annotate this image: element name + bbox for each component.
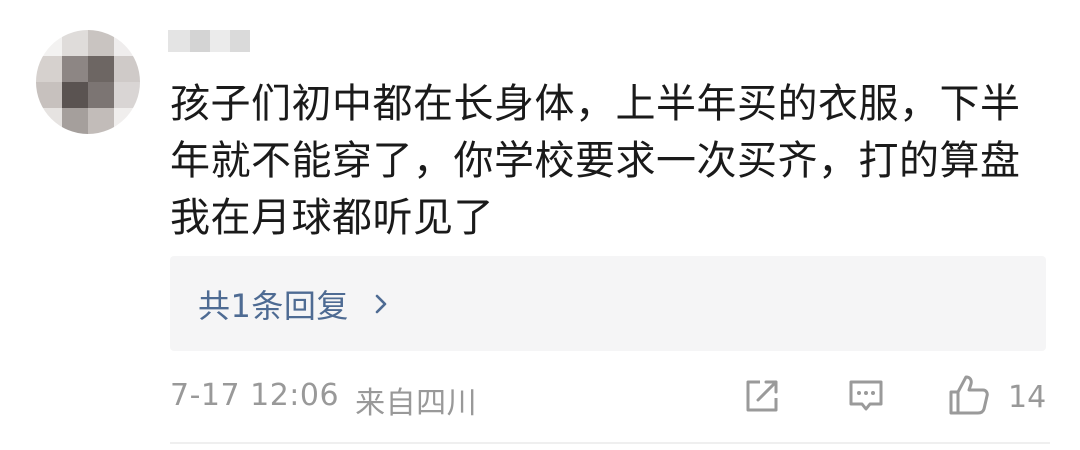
avatar[interactable] [36, 30, 140, 134]
divider [170, 442, 1050, 444]
chevron-right-icon [375, 294, 387, 313]
comment-text: 孩子们初中都在长身体，上半年买的衣服，下半年就不能穿了，你学校要求一次买齐，打的… [170, 81, 1021, 241]
share-icon[interactable] [742, 376, 782, 416]
comment-meta: 7-17 12:06 来自四川 [170, 378, 477, 422]
comment-icon[interactable] [846, 376, 886, 416]
comment-item: 孩子们初中都在长身体，上半年买的衣服，下半年就不能穿了，你学校要求一次买齐，打的… [0, 0, 1080, 450]
username-blurred[interactable] [168, 30, 250, 52]
thumbs-up-icon[interactable] [946, 372, 992, 418]
view-replies-button[interactable]: 共1条回复 [170, 256, 1046, 351]
comment-date: 7-17 12:06 [170, 378, 340, 413]
comment-location: 来自四川 [355, 386, 478, 421]
reply-count-label: 共1条回复 [198, 286, 349, 325]
like-count: 14 [1008, 380, 1047, 415]
